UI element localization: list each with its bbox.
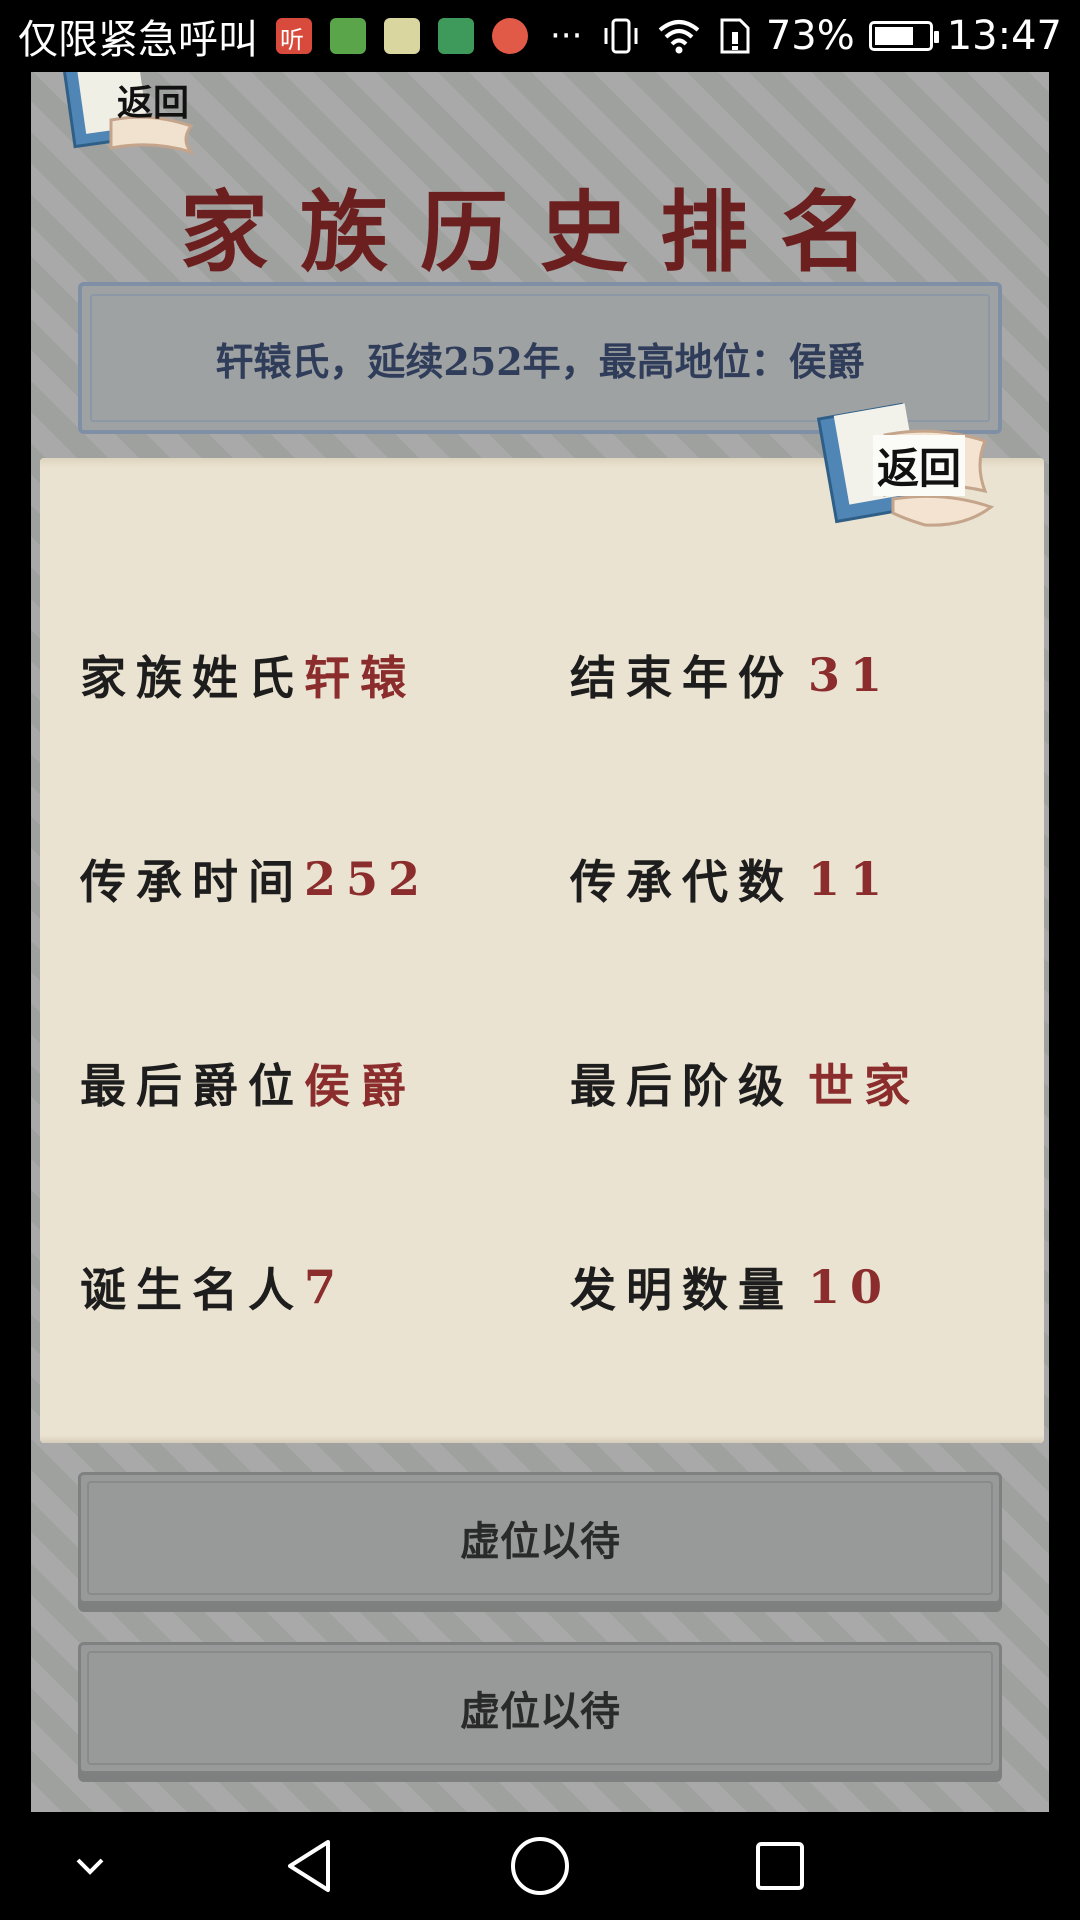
ranking-slot-label: 虚位以待 (460, 1688, 620, 1735)
family-summary-text: 轩辕氏，延续252年，最高地位：侯爵 (215, 338, 865, 384)
field-label: 最后阶级 (570, 1059, 794, 1113)
ranking-slot-label: 虚位以待 (460, 1518, 620, 1565)
battery-percent: 73% (765, 13, 855, 59)
field-label: 诞生名人 (80, 1263, 304, 1317)
ranking-slot[interactable]: 虚位以待 (78, 1472, 1002, 1604)
nav-home-button[interactable] (490, 1812, 590, 1920)
back-button-popup-label: 返回 (873, 435, 966, 496)
page-title: 家族历史排名 (179, 180, 900, 284)
field-label: 传承代数 (570, 855, 794, 909)
field-value: 252 (304, 852, 431, 906)
detail-field-last-title: 最后爵位 侯爵 (80, 1048, 416, 1118)
hide-keyboard-button[interactable] (50, 1812, 130, 1920)
detail-field-inventions: 发明数量 10 (570, 1252, 892, 1322)
nav-back-button[interactable] (260, 1812, 360, 1920)
detail-field-surname: 家族姓氏 轩辕 (80, 640, 416, 710)
status-bar: 仅限紧急呼叫 听 ··· 73% 13:47 (0, 0, 1080, 72)
field-label: 传承时间 (80, 855, 304, 909)
contacts-app-icon (330, 18, 366, 54)
clapper-app-icon (384, 18, 420, 54)
field-value: 7 (304, 1260, 347, 1314)
nav-recents-button[interactable] (730, 1812, 830, 1920)
key-app-icon (438, 18, 474, 54)
back-button-popup[interactable]: 返回 (815, 395, 995, 535)
wifi-icon (658, 20, 700, 54)
back-button-top[interactable]: 返回 (51, 72, 201, 160)
family-detail-popup: 家族姓氏 轩辕 结束年份 31 传承时间 252 传承代数 11 最后爵位 侯爵 最后阶级… (40, 458, 1044, 1443)
field-label: 发明数量 (570, 1263, 794, 1317)
chevron-down-icon (76, 1858, 104, 1875)
blocked-app-icon (492, 18, 528, 54)
detail-field-end-year: 结束年份 31 (570, 640, 892, 710)
vibrate-icon (604, 18, 638, 54)
detail-field-generations: 传承代数 11 (570, 844, 892, 914)
back-triangle-icon (288, 1840, 330, 1892)
field-value: 侯爵 (304, 1059, 416, 1113)
clock: 13:47 (946, 13, 1062, 59)
navigation-bar (0, 1812, 1080, 1920)
field-value: 世家 (808, 1059, 920, 1113)
field-value: 11 (808, 852, 893, 906)
listen-app-icon: 听 (276, 18, 312, 54)
recents-square-icon (756, 1842, 804, 1890)
ranking-slot[interactable]: 虚位以待 (78, 1642, 1002, 1774)
field-label: 最后爵位 (80, 1059, 304, 1113)
listen-glyph: 听 (280, 26, 304, 54)
battery-icon (868, 21, 939, 51)
sim-alert-icon (720, 18, 750, 54)
back-button-top-label: 返回 (117, 83, 190, 124)
field-label: 家族姓氏 (80, 651, 304, 705)
field-value: 轩辕 (304, 651, 416, 705)
field-value: 31 (808, 648, 893, 702)
home-circle-icon (511, 1837, 569, 1895)
more-notifications-icon: ··· (550, 16, 583, 56)
detail-field-duration: 传承时间 252 (80, 844, 430, 914)
detail-field-celebrities: 诞生名人 7 (80, 1252, 346, 1322)
battery-level-fill (874, 27, 913, 45)
detail-field-last-class: 最后阶级 世家 (570, 1048, 920, 1118)
carrier-text: 仅限紧急呼叫 (18, 17, 258, 63)
field-label: 结束年份 (570, 651, 794, 705)
field-value: 10 (808, 1260, 893, 1314)
